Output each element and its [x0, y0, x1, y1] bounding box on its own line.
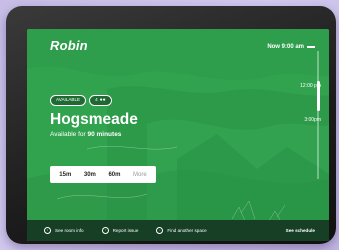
- room-display-screen: Robin Now 9:00 am 12:00 pm 3:00pm AVAILA…: [27, 29, 329, 241]
- alert-icon: !: [101, 227, 109, 234]
- schedule-timeline[interactable]: 12:00 pm 3:00pm: [283, 29, 329, 209]
- room-info-link[interactable]: i See room info: [44, 227, 84, 234]
- report-issue-link[interactable]: ! Report issue: [101, 227, 139, 234]
- timeline-track: [317, 51, 319, 179]
- duration-more-button[interactable]: More: [133, 172, 147, 178]
- availability-duration: 90 minutes: [87, 131, 122, 138]
- room-badges: AVAILABLE 4 ●●: [50, 95, 112, 106]
- see-schedule-link[interactable]: See schedule: [286, 228, 315, 233]
- robin-logo: Robin: [50, 38, 88, 53]
- duration-30m-button[interactable]: 30m: [84, 172, 96, 178]
- capacity-count: 4: [95, 97, 98, 103]
- availability-prefix: Available for: [50, 131, 86, 138]
- timeline-label-3pm: 3:00pm: [304, 117, 321, 123]
- people-icon: ●●: [99, 97, 106, 103]
- status-badge: AVAILABLE: [50, 95, 87, 106]
- duration-15m-button[interactable]: 15m: [59, 172, 71, 178]
- capacity-badge: 4 ●●: [89, 95, 112, 106]
- timeline-label-12pm: 12:00 pm: [300, 83, 321, 89]
- duration-selector: 15m 30m 60m More: [50, 166, 156, 183]
- find-space-link[interactable]: • Find another space: [156, 227, 207, 234]
- room-info-label: See room info: [55, 228, 84, 233]
- tablet-device: Robin Now 9:00 am 12:00 pm 3:00pm AVAILA…: [6, 6, 336, 244]
- find-space-label: Find another space: [167, 228, 207, 233]
- info-icon: i: [44, 227, 51, 234]
- footer-bar: i See room info ! Report issue • Find an…: [27, 220, 329, 241]
- duration-60m-button[interactable]: 60m: [108, 172, 120, 178]
- report-issue-label: Report issue: [112, 228, 139, 233]
- availability-text: Available for 90 minutes: [50, 131, 121, 138]
- room-name: Hogsmeade: [50, 111, 138, 128]
- location-pin-icon: •: [156, 227, 164, 234]
